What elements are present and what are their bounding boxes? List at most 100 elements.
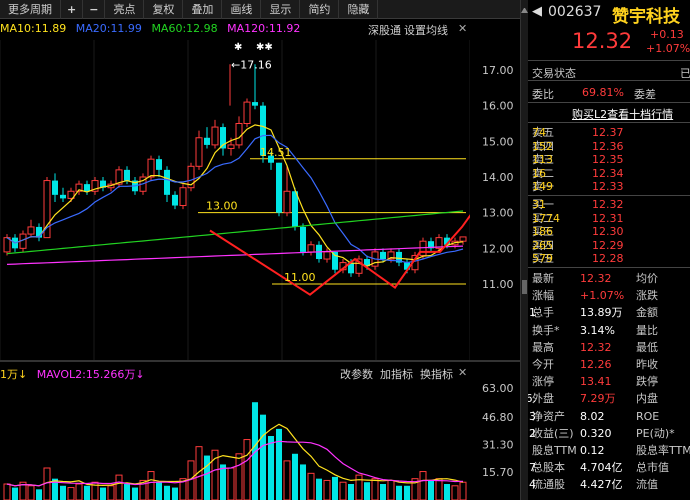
ma10-label: MA10:11.89 bbox=[0, 22, 67, 35]
close-icon[interactable]: ✕ bbox=[458, 366, 467, 379]
chart-toolbar: 更多周期 + − 亮点 复权 叠加 画线 显示 简约 隐藏 bbox=[0, 0, 520, 19]
volume-bar bbox=[387, 479, 395, 500]
level-label-1300: 13.00 bbox=[206, 200, 238, 213]
volume-tick-label: 63.00 bbox=[482, 382, 514, 395]
scroll-thumb[interactable] bbox=[522, 280, 527, 294]
volume-bar bbox=[428, 480, 434, 500]
stat-value: 13.41 bbox=[580, 375, 612, 389]
stat-label: 流值 bbox=[636, 478, 658, 492]
ask-volume: 113 bbox=[532, 153, 553, 167]
price-tick-label: 13.00 bbox=[482, 207, 514, 220]
stat-value: 3.14% bbox=[580, 323, 615, 337]
toolbar-zoom-in-button[interactable]: + bbox=[61, 0, 84, 19]
volume-legend: 1万↓ MAVOL2:15.266万↓ 改参数 加指标 换指标 ✕ bbox=[0, 366, 470, 382]
price-tick-label: 11.00 bbox=[482, 278, 514, 291]
toolbar-simple[interactable]: 简约 bbox=[300, 0, 340, 19]
stat-label: 跌停 bbox=[636, 375, 658, 389]
stat-value: 2 bbox=[529, 426, 536, 440]
candlestick-chart: ←17.1614.5113.0011.00✱ ✱✱ bbox=[0, 40, 470, 360]
hk-connect-button[interactable]: 深股通 bbox=[368, 22, 401, 38]
volume-bar bbox=[283, 460, 291, 500]
candle-body bbox=[156, 159, 162, 170]
volume-bar bbox=[164, 485, 170, 500]
candle-body bbox=[52, 180, 58, 195]
scroll-up-icon[interactable] bbox=[521, 8, 528, 13]
volume-bar bbox=[220, 464, 226, 500]
level-label-1100: 11.00 bbox=[284, 271, 316, 284]
stat-label: 最高 bbox=[532, 340, 554, 354]
volume-bars bbox=[3, 402, 467, 500]
candle-body bbox=[124, 169, 130, 181]
ma-lines bbox=[6, 124, 470, 296]
trade-status-value: 已 bbox=[680, 67, 690, 80]
stat-value: 12.32 bbox=[580, 340, 612, 354]
weicha-label: 委差 bbox=[634, 88, 656, 101]
stat-value: 1 bbox=[529, 306, 536, 320]
toolbar-highlight[interactable]: 亮点 bbox=[105, 0, 145, 19]
volume-bar bbox=[172, 487, 178, 500]
volume-bar bbox=[27, 485, 35, 500]
volume-bar bbox=[36, 489, 42, 500]
stat-value: 57 bbox=[528, 461, 536, 475]
volume-bar bbox=[380, 484, 386, 500]
stat-label: 金额 bbox=[636, 306, 658, 320]
stat-label: 量比 bbox=[636, 323, 658, 337]
volume-bar bbox=[276, 428, 282, 500]
volume-bar bbox=[252, 402, 258, 500]
volume-bar bbox=[100, 487, 106, 500]
stat-label: 均价 bbox=[636, 272, 658, 285]
prev-stock-icon[interactable]: ◀ bbox=[532, 4, 542, 19]
ma-settings-button[interactable]: 设置均线 bbox=[404, 22, 448, 38]
toolbar-hide[interactable]: 隐藏 bbox=[339, 0, 379, 19]
toolbar-period[interactable]: 更多周期 bbox=[0, 0, 61, 19]
bid-volume: 265 bbox=[532, 238, 553, 252]
toolbar-adjust[interactable]: 复权 bbox=[144, 0, 184, 19]
add-indicator-button[interactable]: 加指标 bbox=[380, 366, 413, 382]
stat-label: 昨收 bbox=[636, 358, 658, 371]
candle-body bbox=[204, 137, 210, 145]
ma120-label: MA120:11.92 bbox=[227, 22, 301, 35]
switch-indicator-button[interactable]: 换指标 bbox=[420, 366, 453, 382]
candle-body bbox=[179, 187, 187, 207]
candle-body bbox=[292, 191, 298, 227]
bid-volume: 1774 bbox=[532, 211, 560, 225]
volume-bar bbox=[124, 484, 130, 500]
price-change-pct: +1.07% bbox=[646, 42, 690, 55]
ask-price: 12.37 bbox=[592, 126, 624, 139]
stat-value: 0.12 bbox=[580, 444, 605, 457]
l2-upgrade-link[interactable]: 购买L2查看十档行情 bbox=[572, 106, 673, 122]
close-icon[interactable]: ✕ bbox=[458, 22, 467, 35]
candle-body bbox=[60, 194, 66, 199]
price-tick-label: 17.00 bbox=[482, 64, 514, 77]
bid-price: 12.32 bbox=[592, 198, 624, 211]
toolbar-draw[interactable]: 画线 bbox=[222, 0, 262, 19]
volume-bar bbox=[107, 485, 115, 500]
stat-label: 内盘 bbox=[636, 392, 658, 406]
last-price: 12.32 bbox=[572, 29, 633, 53]
price-change: +0.13 bbox=[650, 28, 684, 41]
toolbar-display[interactable]: 显示 bbox=[261, 0, 301, 19]
price-tick-label: 14.00 bbox=[482, 171, 514, 184]
ask-price: 12.33 bbox=[592, 180, 624, 194]
toolbar-zoom-out-button[interactable]: − bbox=[83, 0, 106, 19]
stat-label: 涨跌 bbox=[636, 289, 658, 303]
candle-body bbox=[164, 169, 170, 195]
volume-bar bbox=[435, 478, 443, 500]
candle-body bbox=[235, 123, 243, 146]
stat-label: ROE bbox=[636, 409, 660, 423]
stat-label: 今开 bbox=[532, 358, 554, 371]
vertical-scrollbar[interactable] bbox=[520, 0, 528, 500]
pane-divider[interactable] bbox=[0, 360, 520, 362]
quote-panel: ◀ 002637 赞宇科技 12.32 +0.13 +1.07% 交易状态 已 … bbox=[528, 0, 690, 500]
stat-label: 最低 bbox=[636, 340, 658, 354]
candle-body bbox=[147, 158, 155, 178]
volume-bar bbox=[268, 436, 274, 500]
volume-bar bbox=[147, 471, 155, 500]
volume-bar bbox=[300, 464, 306, 500]
volume-tick-label: 46.80 bbox=[482, 411, 514, 424]
ask-volume: 16 bbox=[532, 166, 546, 180]
toolbar-overlay[interactable]: 叠加 bbox=[183, 0, 223, 19]
edit-params-button[interactable]: 改参数 bbox=[340, 366, 373, 382]
volume-bar bbox=[12, 487, 18, 500]
volume-bar bbox=[60, 485, 66, 500]
